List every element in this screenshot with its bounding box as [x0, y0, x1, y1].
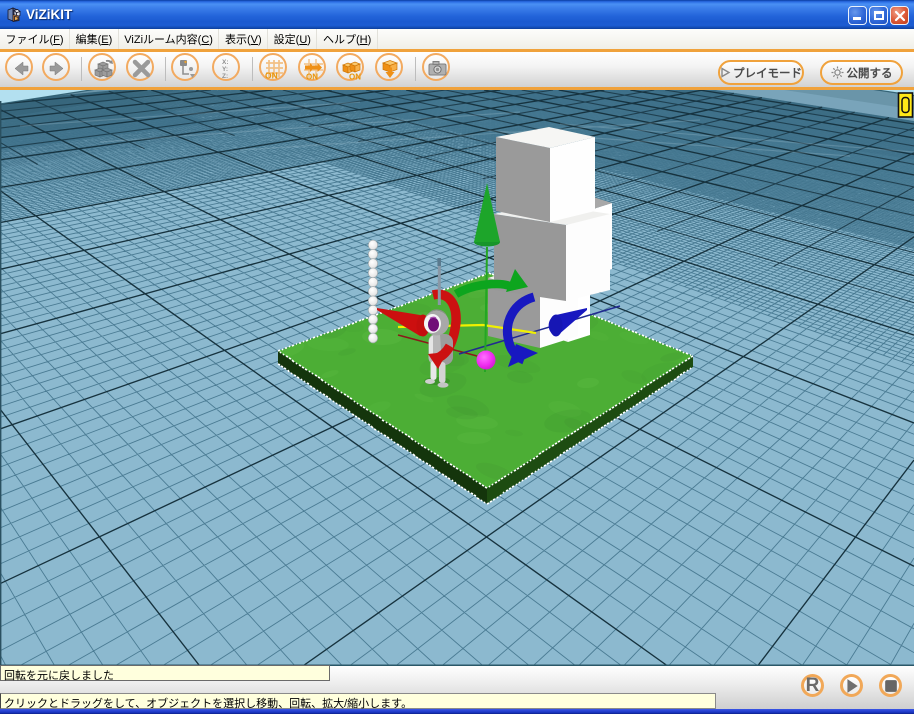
- svg-text:Z:: Z:: [222, 73, 228, 80]
- svg-text:X:: X:: [222, 59, 229, 66]
- svg-text:Y:: Y:: [222, 66, 228, 73]
- svg-text:ON: ON: [306, 73, 318, 82]
- svg-text:ON: ON: [265, 71, 278, 81]
- svg-text:ON: ON: [349, 73, 361, 82]
